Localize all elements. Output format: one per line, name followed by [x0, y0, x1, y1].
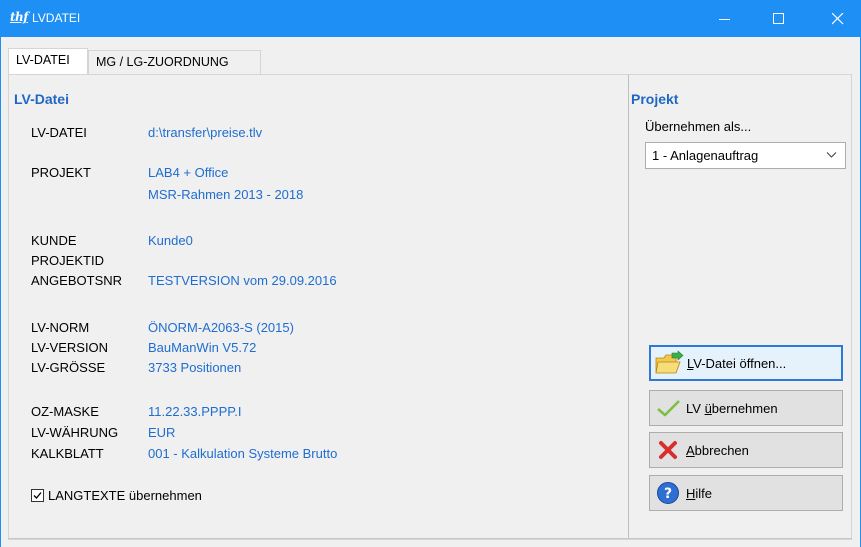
lv-groesse-value: 3733 Positionen — [148, 360, 242, 375]
langtexte-label: LANGTEXTE übernehmen — [48, 488, 202, 503]
window-title: LVDATEI — [32, 11, 81, 25]
oz-maske-value: 11.22.33.PPPP.I — [148, 404, 242, 419]
minimize-button[interactable] — [702, 0, 748, 37]
folder-open-icon — [651, 346, 687, 380]
lv-uebernehmen-label: LV übernehmen — [686, 400, 778, 416]
uebernehmen-als-value: 1 - Anlagenauftrag — [652, 148, 759, 163]
kunde-label: KUNDE — [31, 233, 77, 248]
cancel-x-icon — [650, 433, 686, 467]
panel-divider — [628, 75, 629, 539]
angebotsnr-value: TESTVERSION vom 29.09.2016 — [148, 273, 337, 288]
projekt-label: PROJEKT — [31, 165, 91, 180]
lv-uebernehmen-button[interactable]: LV übernehmen — [649, 390, 843, 426]
hilfe-button[interactable]: ? Hilfe — [649, 475, 843, 511]
close-icon — [832, 12, 844, 24]
tab-lv-datei[interactable]: LV-DATEI — [8, 48, 88, 74]
lv-datei-label: LV-DATEI — [31, 125, 87, 140]
minimize-icon — [719, 18, 730, 20]
hilfe-label: Hilfe — [686, 485, 713, 501]
oz-maske-label: OZ-MASKE — [31, 404, 99, 419]
angebotsnr-label: ANGEBOTSNR — [31, 273, 123, 288]
lv-version-value: BauManWin V5.72 — [148, 340, 257, 355]
help-icon: ? — [650, 476, 686, 510]
lv-datei-oeffnen-button[interactable]: LV-Datei öffnen... — [649, 345, 843, 381]
checkmark-icon — [650, 391, 686, 425]
lv-datei-value: d:\transfer\preise.tlv — [148, 125, 263, 140]
lv-section-title: LV-Datei — [14, 91, 69, 107]
window-border-left — [0, 37, 1, 547]
projektid-label: PROJEKTID — [31, 253, 104, 268]
uebernehmen-als-label: Übernehmen als... — [645, 119, 752, 134]
kunde-value: Kunde0 — [148, 233, 193, 248]
langtexte-checkbox[interactable]: LANGTEXTE übernehmen — [31, 488, 202, 503]
lv-version-label: LV-VERSION — [31, 340, 109, 355]
lv-waehrung-label: LV-WÄHRUNG — [31, 425, 119, 440]
kalkblatt-label: KALKBLATT — [31, 446, 104, 461]
lv-norm-value: ÖNORM-A2063-S (2015) — [148, 320, 294, 335]
svg-text:?: ? — [664, 486, 672, 502]
abbrechen-label: Abbrechen — [686, 442, 749, 458]
close-button[interactable] — [815, 0, 861, 37]
panel-bottom-line — [8, 538, 852, 539]
checkbox-checked-icon[interactable] — [31, 489, 44, 502]
lv-datei-oeffnen-label: LV-Datei öffnen... — [687, 355, 787, 371]
kalkblatt-value: 001 - Kalkulation Systeme Brutto — [148, 446, 338, 461]
chevron-down-icon — [826, 152, 837, 158]
app-logo: thf — [10, 10, 28, 24]
tab-mg-lg-zuordnung[interactable]: MG / LG-ZUORDNUNG — [88, 50, 261, 74]
lv-norm-label: LV-NORM — [31, 320, 90, 335]
maximize-button[interactable] — [756, 0, 802, 37]
projekt-value-1: LAB4 + Office — [148, 165, 229, 180]
projekt-section-title: Projekt — [631, 91, 679, 107]
lv-waehrung-value: EUR — [148, 425, 176, 440]
abbrechen-button[interactable]: Abbrechen — [649, 432, 843, 468]
title-bar: thf LVDATEI — [0, 0, 861, 37]
lv-groesse-label: LV-GRÖSSE — [31, 360, 106, 375]
uebernehmen-als-select[interactable]: 1 - Anlagenauftrag — [645, 142, 846, 169]
maximize-icon — [773, 12, 784, 24]
projekt-value-2: MSR-Rahmen 2013 - 2018 — [148, 187, 304, 202]
